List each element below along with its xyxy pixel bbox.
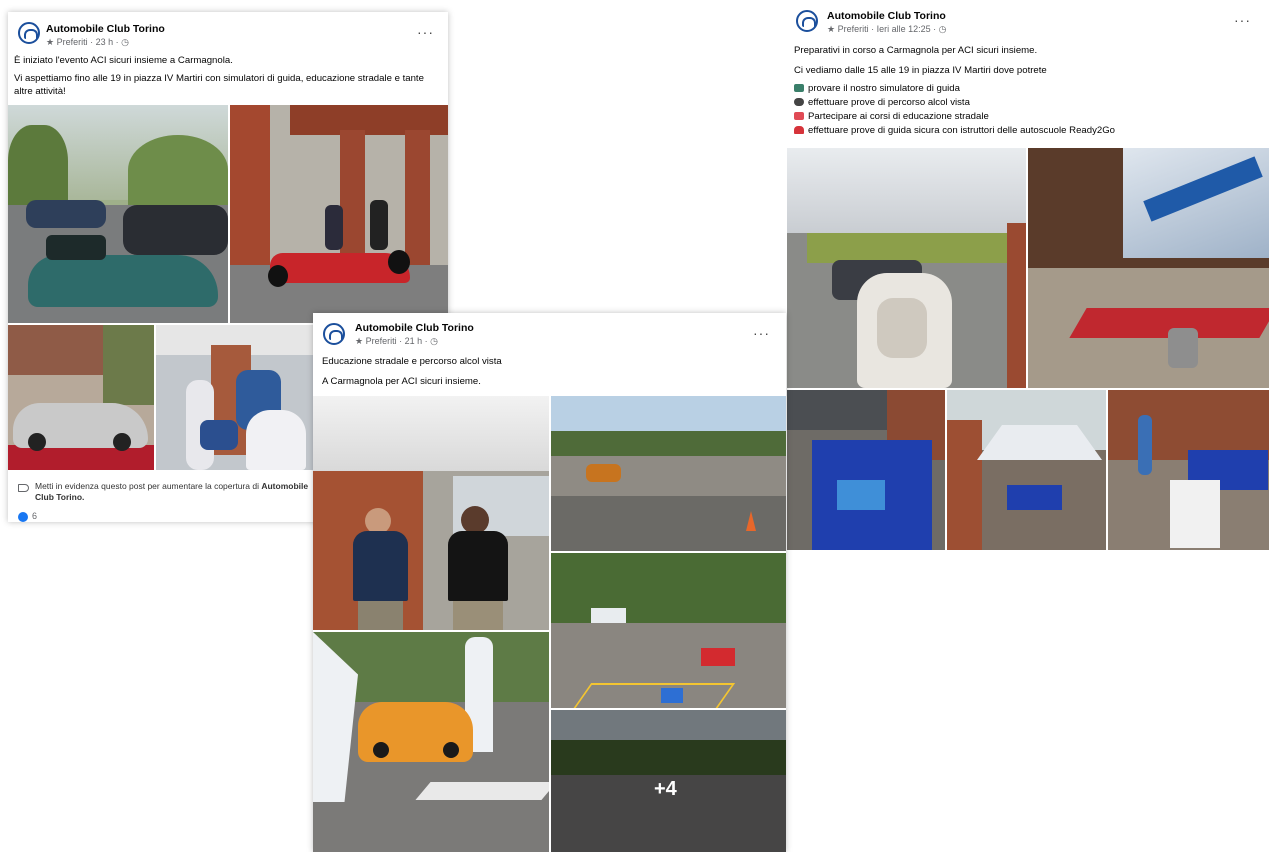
megaphone-icon <box>18 484 29 492</box>
photo-porsche[interactable] <box>8 325 154 470</box>
post-text-line-2: Ci vediamo dalle 15 alle 19 in piazza IV… <box>794 65 1047 76</box>
bullet-2: effettuare prove di percorso alcol vista <box>794 96 970 109</box>
post-text-line-2: A Carmagnola per ACI sicuri insieme. <box>322 376 481 387</box>
book-icon <box>794 112 804 120</box>
photo-instructors[interactable] <box>313 396 549 630</box>
photo-parking-course[interactable] <box>551 553 786 708</box>
photo-aci-tent[interactable] <box>947 390 1106 550</box>
post-text-line-1: Educazione stradale e percorso alcol vis… <box>322 356 502 367</box>
photo-formula-car[interactable] <box>230 105 448 323</box>
photo-club-tents[interactable] <box>1028 148 1269 388</box>
more-options-icon[interactable]: ··· <box>417 24 434 40</box>
post-2: Automobile Club Torino ★ Preferiti · 21 … <box>313 313 786 852</box>
like-count[interactable]: 6 <box>32 510 37 522</box>
post-meta[interactable]: ★ Preferiti · Ieri alle 12:25 · ◷ <box>827 24 946 35</box>
page-avatar[interactable] <box>18 22 40 44</box>
post-text-line-2a: Vi aspettiamo fino alle 19 in piazza IV … <box>14 73 424 84</box>
photo-square-course[interactable] <box>551 396 786 551</box>
photo-more-overlay[interactable]: +4 <box>551 710 786 852</box>
post-text-line-1: È iniziato l'evento ACI sicuri insieme a… <box>14 55 233 66</box>
more-photos-count[interactable]: +4 <box>654 778 677 801</box>
page-avatar[interactable] <box>323 323 345 345</box>
car-icon <box>794 126 804 134</box>
bullet-4: effettuare prove di guida sicura con ist… <box>794 124 1115 137</box>
post-text-line-1: Preparativi in corso a Carmagnola per AC… <box>794 45 1038 56</box>
monitor-icon <box>794 84 804 92</box>
boost-prompt[interactable]: Metti in evidenza questo post per aument… <box>35 481 325 503</box>
post-meta[interactable]: ★ Preferiti · 21 h · ◷ <box>355 336 438 347</box>
more-options-icon[interactable]: ··· <box>753 325 770 341</box>
photo-driving-test[interactable] <box>313 632 549 852</box>
photo-rollups[interactable] <box>1108 390 1269 550</box>
post-3: Automobile Club Torino ★ Preferiti · Ier… <box>787 0 1269 552</box>
photo-blue-table[interactable] <box>787 390 945 550</box>
page-name[interactable]: Automobile Club Torino <box>355 322 474 334</box>
bullet-3: Partecipare ai corsi di educazione strad… <box>794 110 989 123</box>
photo-tent-simulator[interactable] <box>787 148 1026 388</box>
page-avatar[interactable] <box>796 10 818 32</box>
eyes-icon <box>794 98 804 106</box>
like-reaction-icon[interactable] <box>18 512 28 522</box>
more-options-icon[interactable]: ··· <box>1234 12 1251 28</box>
post-text-line-2b: altre attività! <box>14 86 66 97</box>
photo-vintage-car[interactable] <box>8 105 228 323</box>
page-name[interactable]: Automobile Club Torino <box>827 10 946 22</box>
post-header: Automobile Club Torino ★ Preferiti · Ier… <box>787 0 1269 40</box>
post-header: Automobile Club Torino ★ Preferiti · 23 … <box>8 12 448 52</box>
bullet-1: provare il nostro simulatore di guida <box>794 82 960 95</box>
post-meta[interactable]: ★ Preferiti · 23 h · ◷ <box>46 37 129 48</box>
post-header: Automobile Club Torino ★ Preferiti · 21 … <box>313 313 786 353</box>
page-name[interactable]: Automobile Club Torino <box>46 23 165 35</box>
